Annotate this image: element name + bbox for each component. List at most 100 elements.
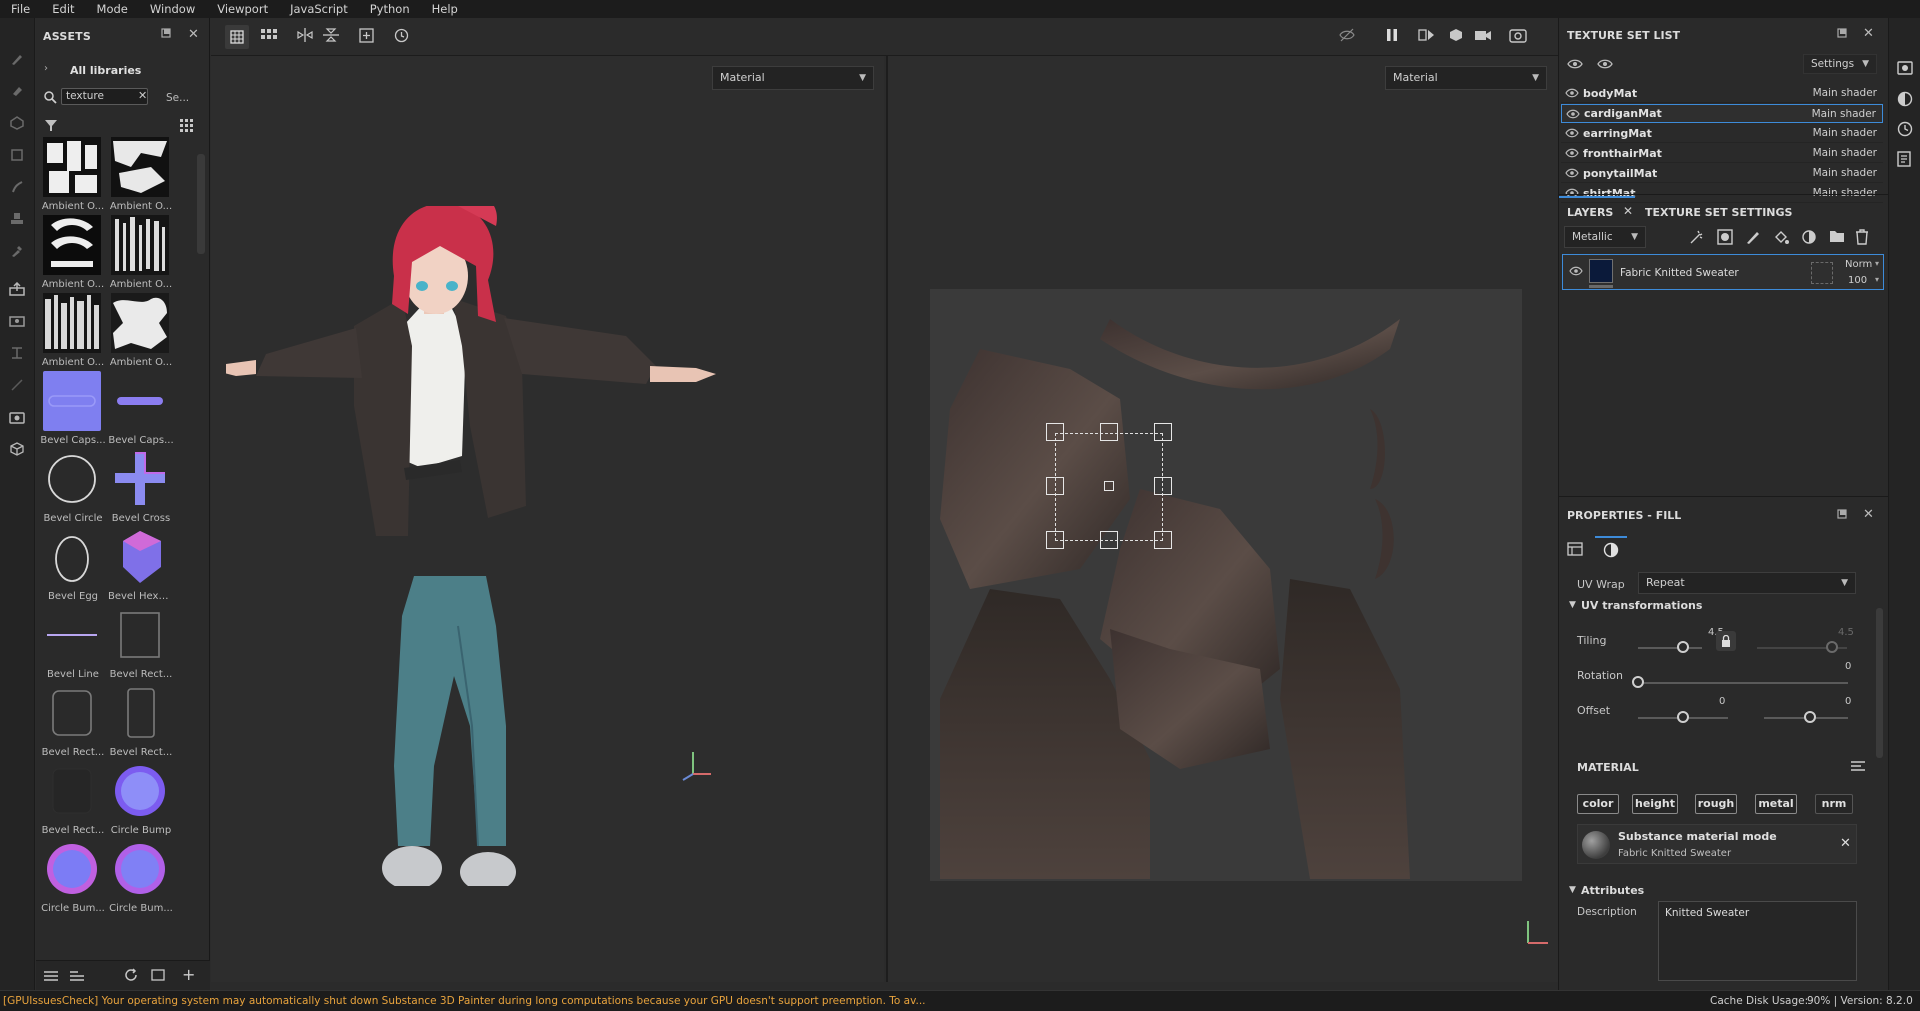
layer-visibility-icon[interactable] [1569,266,1583,279]
asset-thumbnail[interactable]: Bevel Hexa... [108,527,174,605]
offset-u-slider-knob[interactable] [1677,711,1689,723]
paint-brush-icon[interactable] [8,50,26,68]
handle-top[interactable] [1100,423,1118,441]
layer-mask-slot[interactable] [1811,262,1833,284]
layer-row[interactable]: Fabric Knitted Sweater Norm ▾ 100 ▾ [1562,254,1884,290]
menu-python[interactable]: Python [359,0,421,18]
projection-icon[interactable] [8,114,26,132]
library-name[interactable]: All libraries [70,64,141,77]
asset-thumbnail[interactable]: Ambient O... [108,137,172,215]
undock-icon[interactable] [1837,28,1847,41]
settings-select[interactable]: Settings ▼ [1803,54,1877,74]
eraser-icon[interactable] [8,82,26,100]
color-picker-icon[interactable] [8,242,26,260]
handle-bottom-right[interactable] [1154,531,1172,549]
viewport-2d[interactable]: Material ▼ [886,56,1558,982]
rotation-slider-track[interactable] [1638,682,1848,684]
status-warning[interactable]: [GPUIssuesCheck] Your operating system m… [3,991,926,1011]
asset-thumbnail[interactable]: Ambient O... [40,215,104,293]
channel-select[interactable]: Metallic ▼ [1564,226,1646,248]
asset-thumbnail[interactable]: Bevel Caps... [108,371,174,449]
viewport-3d-mode-select[interactable]: Material ▼ [712,66,874,90]
asset-thumbnail[interactable]: Ambient O... [40,137,104,215]
compact-list-icon[interactable] [70,970,84,985]
attributes-title[interactable]: Attributes [1581,884,1644,897]
eye-icon[interactable] [1566,109,1580,119]
close-layers-icon[interactable]: ✕ [1623,204,1633,218]
undock-icon[interactable] [161,28,171,41]
close-icon[interactable]: ✕ [188,27,199,42]
asset-thumbnail[interactable]: Circle Bum... [40,839,105,917]
add-icon[interactable]: + [182,965,195,984]
eye-icon[interactable] [1565,148,1579,158]
texture-set-item[interactable]: fronthairMat Main shader [1561,144,1883,163]
clone-stamp-icon[interactable] [8,210,26,228]
smudge-icon[interactable] [8,178,26,196]
add-effect-icon[interactable] [1689,229,1705,248]
viewport-3d[interactable]: Material ▼ [211,56,884,982]
undock-icon[interactable] [1837,509,1847,522]
tab-layers[interactable]: LAYERS [1567,206,1613,219]
add-paint-layer-icon[interactable] [1745,229,1761,248]
fill-settings-icon[interactable] [1567,542,1583,559]
menu-javascript[interactable]: JavaScript [279,0,359,18]
bake-icon[interactable] [8,280,26,298]
search-scope[interactable]: Se... [166,92,189,104]
measure-icon[interactable] [8,344,26,362]
screenshot-icon[interactable] [1509,27,1527,46]
tiling-slider-knob[interactable] [1676,641,1689,653]
search-input[interactable]: texture [61,88,148,105]
history-icon[interactable] [394,28,409,46]
channel-chip-metal[interactable]: metal [1755,794,1797,814]
eye-icon[interactable] [1565,128,1579,138]
handle-top-right[interactable] [1154,423,1172,441]
menu-help[interactable]: Help [421,0,469,18]
asset-thumbnail[interactable]: Circle Bump [108,761,171,839]
add-folder-icon[interactable] [1829,229,1845,246]
lock-icon[interactable] [1716,631,1736,651]
channel-chip-nrm[interactable]: nrm [1815,794,1853,814]
history-icon[interactable] [1897,121,1913,140]
chevron-down-icon[interactable]: ▼ [1569,600,1576,610]
texture-set-shader[interactable]: Main shader [1813,127,1877,139]
frame-icon[interactable] [359,28,374,46]
asset-thumbnail[interactable]: Bevel Circle [40,449,103,527]
add-mask-icon[interactable] [1717,229,1733,248]
asset-thumbnail[interactable]: Bevel Rect... [108,605,172,683]
texture-set-item[interactable]: ponytailMat Main shader [1561,164,1883,183]
asset-thumbnail[interactable]: Bevel Rect... [108,683,172,761]
hide-icon[interactable] [1339,28,1355,45]
geometry-mask-icon[interactable] [8,146,26,164]
tiling-slider-track[interactable] [1638,647,1702,649]
menu-viewport[interactable]: Viewport [206,0,279,18]
texture-set-shader[interactable]: Main shader [1812,108,1876,120]
grid-view-icon[interactable] [180,119,194,136]
properties-scrollbar[interactable] [1876,608,1883,758]
mirror-y-icon[interactable] [323,28,339,45]
menu-edit[interactable]: Edit [41,0,85,18]
box-icon[interactable] [8,440,26,458]
filter-icon[interactable] [44,119,58,135]
handle-bottom[interactable] [1100,531,1118,549]
asset-thumbnail[interactable]: Bevel Egg [40,527,102,605]
asset-thumbnail[interactable]: Bevel Line [40,605,102,683]
log-icon[interactable] [1897,151,1911,170]
tab-texture-set-settings[interactable]: TEXTURE SET SETTINGS [1645,206,1792,219]
chevron-right-icon[interactable]: › [44,63,48,74]
uv-texture-map[interactable] [930,289,1522,881]
asset-thumbnail[interactable]: Bevel Rect... [40,761,104,839]
asset-thumbnail[interactable]: Bevel Rect... [40,683,104,761]
tile-layout-icon[interactable] [261,29,277,46]
add-fill-layer-icon[interactable] [1773,229,1789,248]
handle-bottom-left[interactable] [1046,531,1064,549]
refresh-icon[interactable] [124,968,138,985]
add-smart-material-icon[interactable] [1801,229,1817,248]
chevron-down-icon[interactable]: ▼ [1569,885,1576,895]
rotation-slider-knob[interactable] [1632,676,1644,688]
grid-layout-icon[interactable] [225,25,249,49]
description-field[interactable]: Knitted Sweater [1658,901,1857,981]
handle-top-left[interactable] [1046,423,1064,441]
asset-thumbnail[interactable]: Circle Bum... [108,839,173,917]
clear-search-icon[interactable]: ✕ [138,89,147,102]
substance-material-card[interactable]: Substance material mode Fabric Knitted S… [1577,824,1857,864]
